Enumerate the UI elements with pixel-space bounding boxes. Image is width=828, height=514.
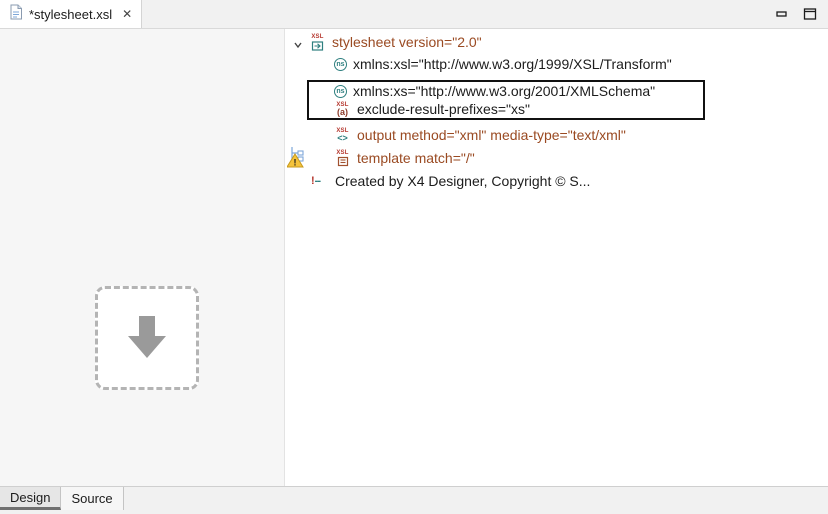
chevron-down-icon[interactable] — [293, 37, 303, 47]
tab-design[interactable]: Design — [0, 487, 61, 510]
xsl-tree-panel: XSL stylesheet version="2.0" ns xmlns:xs… — [285, 29, 828, 486]
bottom-tab-bar: Design Source — [0, 486, 828, 514]
minimize-view-icon[interactable] — [774, 6, 790, 22]
tree-row-xmlns-xs[interactable]: ns xmlns:xs="http://www.w3.org/2001/XMLS… — [309, 82, 703, 100]
xml-file-icon — [9, 4, 23, 25]
tree-row-label: template match="/" — [357, 150, 475, 166]
editor-content: XSL stylesheet version="2.0" ns xmlns:xs… — [0, 29, 828, 486]
tree-row-label: output method="xml" media-type="text/xml… — [357, 127, 626, 143]
warning-hierarchy-icon: ! — [287, 145, 309, 169]
editor-tab-stylesheet[interactable]: *stylesheet.xsl ✕ — [0, 0, 142, 28]
xsl-attribute-icon: XSL (a) — [334, 102, 351, 117]
tree-row-template[interactable]: XSL template match="/" — [334, 147, 475, 169]
tree-row-label: xmlns:xs="http://www.w3.org/2001/XMLSche… — [353, 83, 655, 99]
drop-target-zone[interactable] — [95, 286, 199, 390]
xsl-editor-window: *stylesheet.xsl ✕ — [0, 0, 828, 514]
tree-row-label: xmlns:xsl="http://www.w3.org/1999/XSL/Tr… — [353, 56, 672, 72]
tab-close-icon[interactable]: ✕ — [122, 8, 132, 20]
xsl-template-icon: XSL — [334, 150, 351, 167]
xsl-output-icon: XSL <> — [334, 128, 351, 143]
xsl-stylesheet-icon: XSL — [309, 34, 326, 51]
tree-row-exclude-result-prefixes[interactable]: XSL (a) exclude-result-prefixes="xs" — [309, 100, 703, 118]
tree-row-output[interactable]: XSL <> output method="xml" media-type="t… — [334, 124, 626, 146]
namespace-icon: ns — [334, 58, 347, 71]
tree-row-label: Created by X4 Designer, Copyright © S... — [335, 173, 590, 189]
tab-source[interactable]: Source — [61, 487, 123, 510]
design-canvas — [0, 29, 285, 486]
namespace-icon: ns — [334, 85, 347, 98]
tree-row-comment[interactable]: !-- Created by X4 Designer, Copyright © … — [311, 170, 590, 192]
comment-icon: !-- — [311, 175, 329, 187]
drop-arrow-icon — [119, 308, 175, 369]
tree-row-label: exclude-result-prefixes="xs" — [357, 101, 530, 117]
tree-row-label: stylesheet version="2.0" — [332, 34, 482, 50]
editor-tab-title: *stylesheet.xsl — [29, 7, 112, 22]
tree-row-stylesheet[interactable]: XSL stylesheet version="2.0" — [293, 31, 482, 53]
editor-tab-bar: *stylesheet.xsl ✕ — [0, 0, 828, 29]
selection-rectangle: ns xmlns:xs="http://www.w3.org/2001/XMLS… — [307, 80, 705, 120]
svg-text:!: ! — [294, 158, 297, 168]
tree-row-xmlns-xsl[interactable]: ns xmlns:xsl="http://www.w3.org/1999/XSL… — [334, 53, 672, 75]
maximize-view-icon[interactable] — [802, 6, 818, 22]
